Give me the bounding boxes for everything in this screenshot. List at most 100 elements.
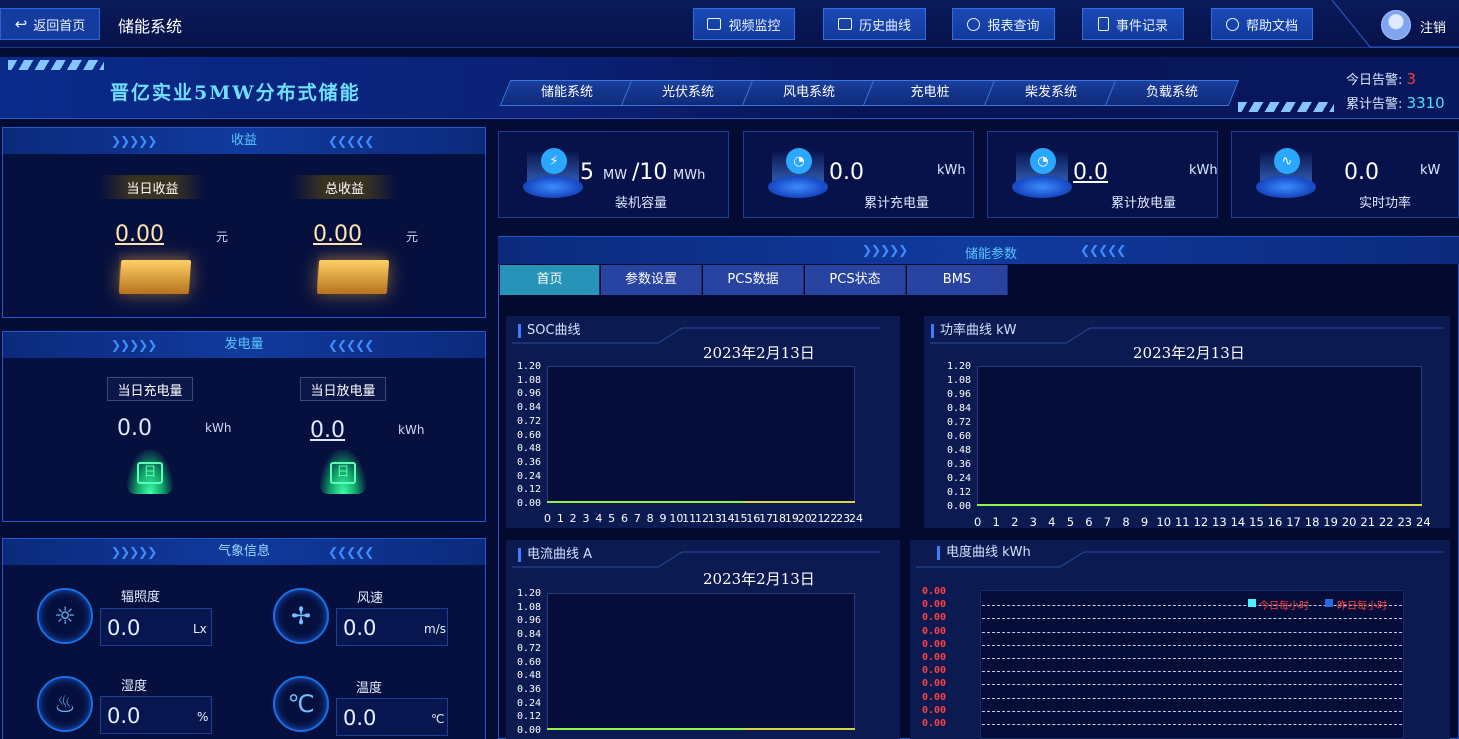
tab-load-system[interactable]: 负载系统	[1104, 80, 1240, 106]
help-doc-button[interactable]: 帮助文档	[1211, 8, 1313, 40]
x-tick-label: 2	[569, 512, 577, 525]
report-query-label: 报表查询	[987, 18, 1040, 34]
humidity-drop-icon: ♨	[37, 676, 93, 732]
y-tick-label: 0.48	[517, 443, 542, 455]
video-monitor-button[interactable]: 视频监控	[693, 8, 795, 40]
x-tick-label: 8	[1122, 515, 1130, 529]
charged-label: 累计充电量	[864, 196, 930, 211]
energy-grid-line	[982, 644, 1402, 646]
video-camera-icon	[707, 18, 722, 30]
capacity-energy-value: /10	[632, 160, 668, 185]
y-tick-label: 0.12	[517, 484, 542, 496]
tab-diesel-system[interactable]: 柴发系统	[983, 80, 1119, 106]
discharged-value[interactable]: 0.0	[1073, 160, 1108, 185]
banner-decoration-stripes	[8, 60, 104, 70]
realtime-power-value: 0.0	[1344, 160, 1379, 185]
legend-yesterday-swatch	[1325, 599, 1333, 607]
irradiance-label: 辐照度	[121, 590, 161, 605]
report-query-button[interactable]: 报表查询	[952, 8, 1055, 40]
y-tick-label: 0.60	[947, 431, 972, 442]
wind-fan-icon: ✢	[273, 588, 329, 644]
today-alarm-value: 3	[1406, 70, 1417, 88]
x-tick-label: 9	[1140, 515, 1149, 529]
y-tick-label: 0.72	[947, 417, 972, 428]
energy-y-tick-label: 0.00	[922, 612, 947, 624]
chevrons-left-icon: ❮❮❮❮❮	[1080, 243, 1126, 257]
weather-panel-header: ❯❯❯❯❯ 气象信息 ❮❮❮❮❮	[3, 539, 485, 565]
energy-y-tick-label: 0.00	[922, 718, 947, 729]
y-tick-label: 0.24	[517, 470, 542, 482]
temperature-value: 0.0	[343, 706, 377, 730]
series-line-green	[547, 728, 745, 730]
energy-grid-line	[982, 618, 1402, 620]
tab-param-settings[interactable]: 参数设置	[601, 265, 702, 295]
series-line-yellow	[744, 501, 855, 503]
wind-speed-value: 0.0	[343, 616, 377, 640]
event-log-button[interactable]: 事件记录	[1082, 8, 1184, 40]
y-tick-label: 0.96	[517, 388, 542, 400]
x-tick-label: 9	[659, 512, 667, 525]
energy-grid-line	[982, 658, 1402, 659]
today-alarm: 今日告警: 3	[1346, 69, 1416, 88]
series-line-green	[977, 504, 1262, 506]
x-tick-label: 11	[1174, 515, 1190, 529]
soc-chart-date: 2023年2月13日	[703, 344, 815, 362]
tab-bms[interactable]: BMS	[907, 265, 1008, 295]
legend-today-label: 今日每小时	[1259, 601, 1309, 612]
y-tick-label: 0.96	[947, 389, 972, 400]
y-tick-label: 0.24	[947, 473, 972, 484]
x-tick-label: 16	[1267, 515, 1283, 529]
discharged-card: ◔ 0.0 kWh 累计放电量	[987, 131, 1218, 218]
chevrons-right-icon: ❯❯❯❯❯	[111, 545, 157, 559]
x-tick-label: 7	[1103, 515, 1112, 529]
y-tick-label: 0.48	[517, 670, 542, 682]
legend-today-swatch	[1248, 599, 1256, 607]
y-tick-label: 0.00	[947, 501, 972, 512]
energy-grid-line	[982, 684, 1402, 686]
energy-grid-line	[982, 710, 1402, 712]
daily-discharge-value[interactable]: 0.0	[310, 418, 345, 443]
pedestal	[768, 176, 828, 198]
x-tick-label: 12	[1193, 515, 1209, 529]
total-income-value[interactable]: 0.00	[313, 222, 362, 247]
user-avatar[interactable]	[1381, 10, 1411, 40]
logout-link[interactable]: 注销	[1420, 17, 1446, 36]
tab-pcs-status[interactable]: PCS状态	[805, 265, 906, 295]
humidity-value: 0.0	[107, 704, 141, 728]
y-tick-label: 1.20	[517, 588, 542, 599]
tab-pcs-data[interactable]: PCS数据	[703, 265, 804, 295]
gauge-icon: ◔	[1030, 148, 1056, 174]
total-alarm-value: 3310	[1406, 94, 1445, 112]
battery-bolt-icon: ⚡	[541, 148, 567, 174]
x-tick-label: 21	[1360, 515, 1376, 529]
tab-wind-system[interactable]: 风电系统	[741, 80, 877, 106]
y-tick-label: 0.96	[517, 615, 542, 627]
daily-discharge-unit: kWh	[398, 423, 425, 437]
daily-charge-value: 0.0	[117, 416, 152, 441]
y-tick-label: 0.12	[947, 487, 972, 498]
soc-plot-area	[547, 366, 855, 503]
power-chart-title: 功率曲线 kW	[931, 324, 1017, 338]
x-tick-label: 3	[1029, 515, 1037, 529]
temperature-label: 温度	[356, 681, 383, 696]
total-income-label: 总收益	[292, 175, 397, 199]
generation-panel-header: ❯❯❯❯❯ 发电量 ❮❮❮❮❮	[3, 332, 485, 358]
y-tick-label: 0.60	[517, 656, 542, 668]
charged-value: 0.0	[829, 160, 864, 185]
history-curve-button[interactable]: 历史曲线	[823, 8, 926, 40]
series-line-yellow	[744, 728, 855, 730]
tab-charging-pile[interactable]: 充电桩	[862, 80, 998, 106]
pedestal	[1012, 176, 1072, 198]
back-home-button[interactable]: ↩ 返回首页	[0, 8, 100, 40]
daily-income-value[interactable]: 0.00	[115, 222, 164, 247]
tab-storage-system[interactable]: 储能系统	[499, 80, 635, 106]
power-plot-area	[977, 366, 1422, 506]
x-tick-label: 17	[1286, 515, 1301, 529]
charged-unit: kWh	[937, 163, 966, 178]
document-icon	[1097, 17, 1109, 31]
tab-home[interactable]: 首页	[500, 265, 600, 295]
income-panel: ❯❯❯❯❯ 收益 ❮❮❮❮❮	[2, 127, 486, 318]
y-tick-label: 0.36	[517, 456, 542, 468]
energy-y-tick-label: 0.00	[922, 638, 947, 650]
tab-pv-system[interactable]: 光伏系统	[620, 80, 756, 106]
